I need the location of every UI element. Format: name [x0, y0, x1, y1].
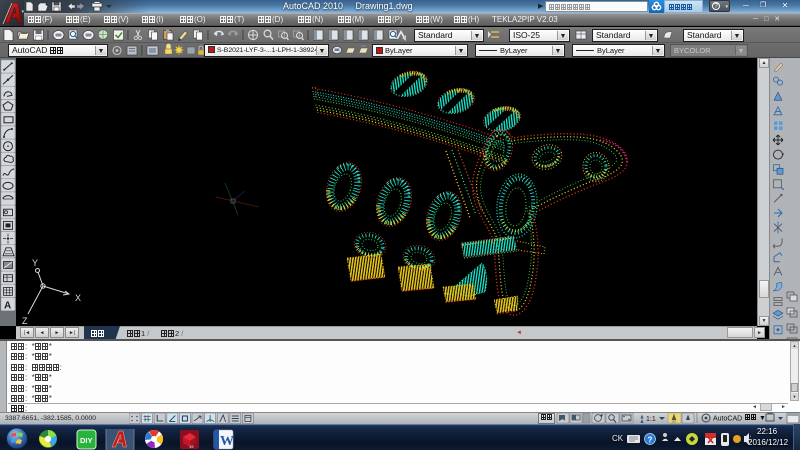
svg-text:19: 19: [189, 444, 194, 449]
svg-text:DIY: DIY: [80, 436, 93, 445]
svg-text:?: ?: [648, 436, 653, 445]
svg-text:W: W: [220, 434, 234, 449]
svg-text:Y: Y: [32, 258, 38, 268]
svg-text:1:1: 1:1: [646, 416, 656, 423]
svg-text:Z: Z: [22, 316, 28, 326]
svg-text:AutoCAD: AutoCAD: [713, 416, 742, 423]
svg-text:X: X: [75, 293, 81, 303]
svg-text:A: A: [4, 301, 11, 312]
